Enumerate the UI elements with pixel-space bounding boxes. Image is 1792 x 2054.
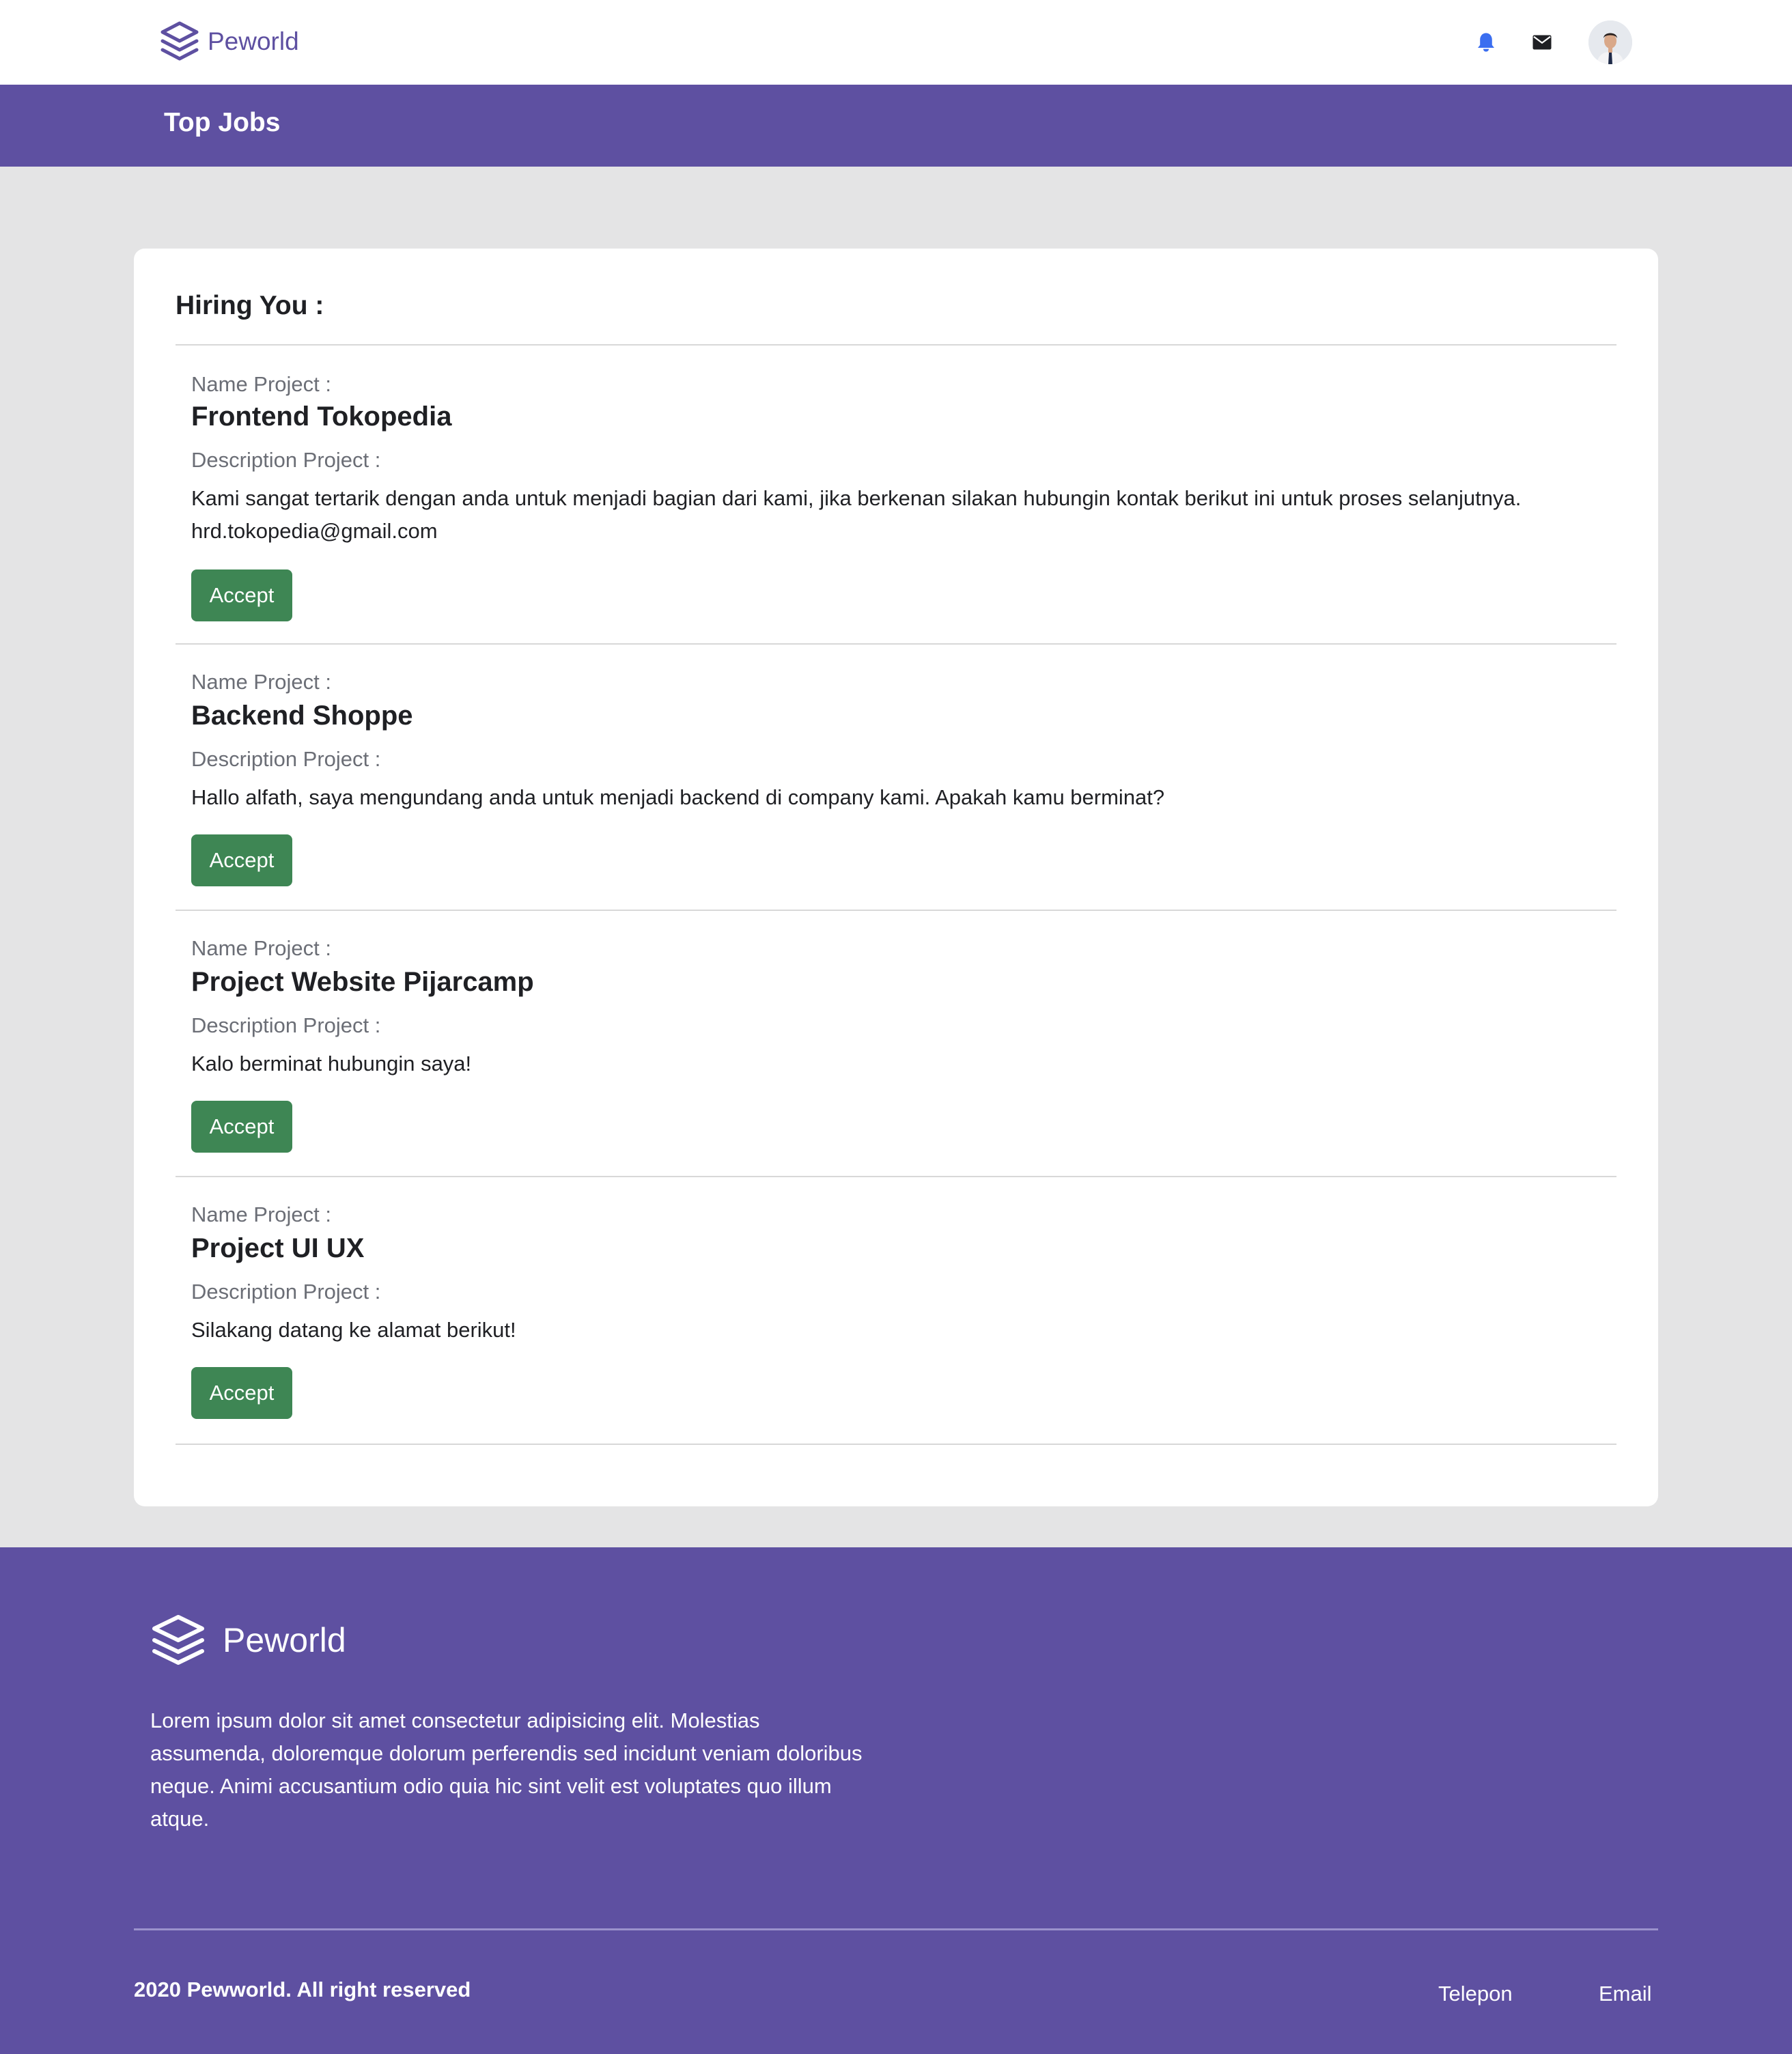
hiring-item-website-pijarcamp: Name Project : Project Website Pijarcamp… <box>176 911 1616 1177</box>
top-navbar: Peworld <box>0 0 1792 85</box>
project-name: Backend Shoppe <box>191 701 413 731</box>
layers-logo-icon <box>152 1615 204 1665</box>
brand-logo-link[interactable]: Peworld <box>160 20 299 63</box>
mail-icon[interactable] <box>1528 29 1556 56</box>
name-project-label: Name Project : <box>191 936 332 960</box>
nav-icon-group <box>1472 20 1632 64</box>
footer-link-telepon[interactable]: Telepon <box>1438 1982 1513 2006</box>
hiring-item-frontend-tokopedia: Name Project : Frontend Tokopedia Descri… <box>176 346 1616 645</box>
name-project-label: Name Project : <box>191 1202 332 1226</box>
footer-brand[interactable]: Peworld <box>150 1613 346 1668</box>
project-name: Project UI UX <box>191 1233 365 1263</box>
footer-description: Lorem ipsum dolor sit amet consectetur a… <box>150 1708 863 1831</box>
hiring-item-backend-shoppe: Name Project : Backend Shoppe Descriptio… <box>176 645 1616 911</box>
name-project-label: Name Project : <box>191 372 332 396</box>
bell-icon[interactable] <box>1472 29 1500 56</box>
accept-button[interactable]: Accept <box>191 1367 292 1419</box>
project-name: Project Website Pijarcamp <box>191 967 534 997</box>
footer-link-email[interactable]: Email <box>1599 1982 1652 2006</box>
page-banner: Top Jobs <box>0 85 1792 167</box>
project-description: Kami sangat tertarik dengan anda untuk m… <box>191 486 1522 543</box>
project-description: Hallo alfath, saya mengundang anda untuk… <box>191 785 1165 809</box>
user-avatar[interactable] <box>1588 20 1632 64</box>
accept-button[interactable]: Accept <box>191 569 292 621</box>
name-project-label: Name Project : <box>191 670 332 694</box>
layers-logo-icon <box>160 21 199 61</box>
accept-button[interactable]: Accept <box>191 834 292 886</box>
description-project-label: Description Project : <box>191 448 381 472</box>
description-project-label: Description Project : <box>191 747 381 771</box>
hiring-item-ui-ux: Name Project : Project UI UX Description… <box>176 1177 1616 1445</box>
page-title: Top Jobs <box>164 108 281 137</box>
hiring-card: Hiring You : Name Project : Frontend Tok… <box>134 249 1658 1506</box>
project-name: Frontend Tokopedia <box>191 402 452 432</box>
site-footer: Peworld Lorem ipsum dolor sit amet conse… <box>0 1547 1792 2054</box>
brand-name: Peworld <box>208 27 299 55</box>
project-description: Kalo berminat hubungin saya! <box>191 1052 472 1075</box>
footer-divider <box>134 1928 1658 1930</box>
description-project-label: Description Project : <box>191 1280 381 1304</box>
copyright-text: 2020 Pewworld. All right reserved <box>134 1978 471 2001</box>
accept-button[interactable]: Accept <box>191 1101 292 1153</box>
footer-brand-name: Peworld <box>223 1621 346 1659</box>
hiring-card-title: Hiring You : <box>176 291 324 320</box>
project-description: Silakang datang ke alamat berikut! <box>191 1318 516 1342</box>
description-project-label: Description Project : <box>191 1013 381 1037</box>
